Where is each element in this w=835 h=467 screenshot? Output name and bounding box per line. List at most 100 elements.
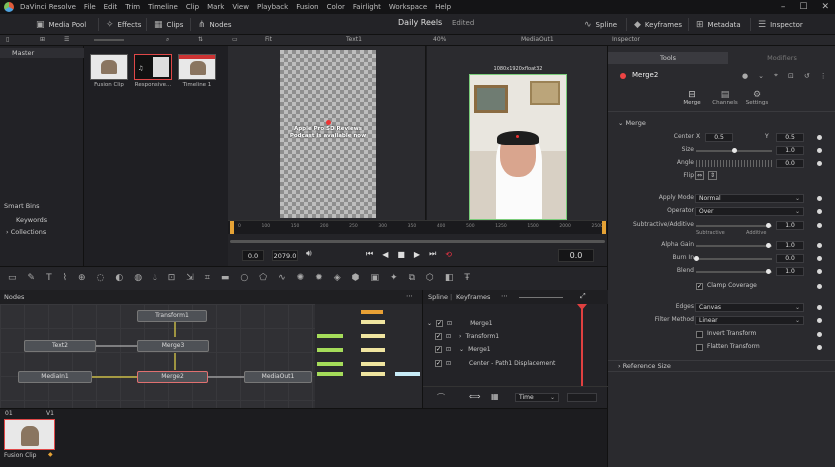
spline-item-center-path[interactable]: ✓ ⊡ Center - Path1 Displacement [427,360,555,367]
menu-edit[interactable]: Edit [104,1,118,13]
keyframes-title[interactable]: Keyframes [456,293,490,301]
bin-master[interactable]: Master [0,48,84,58]
menu-trim[interactable]: Trim [125,1,140,13]
size-field[interactable]: 1.0 [776,146,804,155]
node-mediaout1[interactable]: MediaOut1 [244,371,312,383]
color-tool-icon[interactable]: ◍ [134,273,142,283]
playhead-marker-icon[interactable] [577,304,587,310]
visibility-checkbox[interactable]: ✓ [435,360,442,367]
text3d-tool-icon[interactable]: Ŧ [464,273,470,283]
paint-tool-icon[interactable]: ✎ [28,273,36,283]
effects-button[interactable]: ✧ Effects [106,17,141,32]
zoom-slider[interactable] [519,297,563,298]
panel-toggle-icon[interactable]: ▯ [6,36,9,43]
section-reference-size[interactable]: › Reference Size [608,360,835,372]
audio-icon[interactable]: 🔊︎ [306,249,312,259]
spline-title[interactable]: Spline [428,293,448,301]
scrub-bar[interactable] [230,240,605,243]
right-viewer[interactable]: 1080x1920xfloat32 [427,46,607,220]
filter-dropdown[interactable]: Linear ⌄ [695,316,804,325]
emitter-tool-icon[interactable]: ✹ [315,273,323,283]
thumb-responsive[interactable]: ♫ [134,54,172,80]
smart-bin-collections[interactable]: › Collections [6,228,46,236]
pin-icon[interactable]: ⌖ [774,71,778,80]
menu-fairlight[interactable]: Fairlight [353,1,381,13]
media-pool-button[interactable]: ▣ Media Pool [36,17,86,32]
blend-slider[interactable] [696,271,772,273]
maximize-icon[interactable]: ☐ [799,0,807,14]
keyframe-bar[interactable] [361,310,383,314]
left-viewer[interactable]: Apple Pro SD Reviews Podcast is availabl… [228,46,426,220]
mask-tool-icon[interactable]: ◌ [97,273,105,283]
smart-bin-keywords[interactable]: Keywords [16,216,47,224]
keyframe-bar[interactable] [317,348,343,352]
center-y-field[interactable]: 0.5 [776,133,804,142]
keyframe-icon[interactable] [817,209,822,214]
menu-timeline[interactable]: Timeline [148,1,178,13]
particle-tool-icon[interactable]: ✺ [297,273,305,283]
invert-checkbox[interactable] [696,331,703,338]
merge-tool-icon[interactable]: ⊕ [78,273,86,283]
spline-item-transform1[interactable]: ✓ ⊡ › Transform1 [427,333,499,340]
keyframe-bar[interactable] [361,320,385,324]
blend-knob[interactable] [766,269,771,274]
keyframe-bar[interactable] [361,372,385,376]
menu-help[interactable]: Help [435,1,451,13]
stop-icon[interactable]: ■ [397,250,405,259]
loop-icon[interactable]: ⟲ [445,250,452,259]
menu-icon[interactable]: ⋮ [820,72,827,80]
burn-in-slider[interactable] [696,258,772,260]
inspector-button[interactable]: ☰ Inspector [758,17,803,32]
keyframe-icon[interactable] [817,148,822,153]
visibility-checkbox[interactable]: ✓ [436,320,444,327]
flatten-checkbox[interactable] [696,344,703,351]
time-value-field[interactable] [567,393,597,402]
more-options-icon[interactable]: ⋯ [501,292,508,300]
current-frame-field[interactable]: 0.0 [558,249,594,262]
keyframe-bar[interactable] [361,334,385,338]
keyframe-icon[interactable] [817,284,822,289]
right-viewer-node[interactable]: MediaOut1 [521,36,554,43]
thumb-fusion-clip[interactable] [90,54,128,80]
subtab-channels[interactable]: ▤ Channels [710,90,740,106]
render-tool-icon[interactable]: ◈ [334,273,341,283]
thumb-size-slider[interactable] [94,39,124,41]
more-options-icon[interactable]: ⋯ [406,292,413,300]
merge3d-tool-icon[interactable]: ⧉ [409,273,415,283]
lock-icon[interactable]: ⊡ [447,320,452,327]
clips-button[interactable]: ▦ Clips [154,17,183,32]
right-viewer-zoom[interactable]: 40% [433,36,446,43]
keyframe-timeline[interactable] [315,304,422,408]
play-reverse-icon[interactable]: ◀ [382,250,388,259]
subtab-merge[interactable]: ⊟ Merge [678,90,706,106]
node-mediain1[interactable]: MediaIn1 [18,371,92,383]
viewer-layout-icon[interactable]: ▭ [232,36,238,43]
keyframe-bar[interactable] [317,334,343,338]
alpha-gain-field[interactable]: 1.0 [776,241,804,250]
flip-vertical-icon[interactable]: ⇕ [708,171,717,180]
menu-file[interactable]: File [84,1,96,13]
menu-mark[interactable]: Mark [207,1,224,13]
alpha-gain-slider[interactable] [696,245,772,247]
alpha-gain-knob[interactable] [766,243,771,248]
text-tool-icon[interactable]: T [46,273,52,283]
section-merge[interactable]: ⌄ Merge [618,119,646,127]
center-x-field[interactable]: 0.5 [705,133,733,142]
timeline-ruler[interactable]: 0 100 150 200 250 300 350 400 500 1250 1… [228,220,607,235]
blend-field[interactable]: 1.0 [776,267,804,276]
lock-icon[interactable]: ⊡ [788,72,794,80]
minimize-icon[interactable]: – [781,0,786,14]
ellipse-tool-icon[interactable]: ○ [240,273,248,283]
crop-tool-icon[interactable]: ⌗ [205,273,210,283]
bspline-tool-icon[interactable]: ∿ [278,273,286,283]
go-to-end-icon[interactable]: ⏭ [429,249,436,259]
keyframe-icon[interactable] [817,243,822,248]
flip-horizontal-icon[interactable]: ⇔ [695,171,704,180]
frame-in-field[interactable]: 0.0 [242,250,264,261]
keyframe-icon[interactable] [817,269,822,274]
time-dropdown[interactable]: Time ⌄ [515,393,559,402]
thumb-timeline1[interactable] [178,54,216,80]
operator-dropdown[interactable]: Over ⌄ [695,207,804,216]
keyframe-icon[interactable] [817,345,822,350]
letterbox-tool-icon[interactable]: ▬ [221,273,230,283]
